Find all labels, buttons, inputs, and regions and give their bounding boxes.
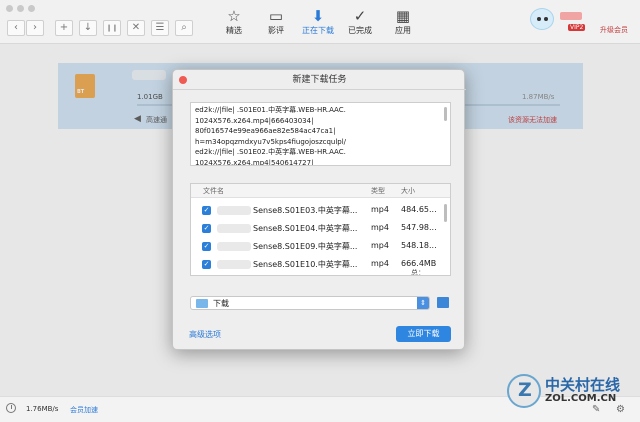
tab-downloading[interactable]: ⬇ 正在下载: [298, 8, 338, 36]
file-checkbox[interactable]: ✓: [202, 224, 211, 233]
tab-apps[interactable]: ▦ 应用: [383, 8, 423, 36]
table-header: 文件名 类型 大小: [191, 184, 450, 198]
file-size: 666.4MB: [401, 259, 437, 268]
file-checkbox[interactable]: ✓: [202, 242, 211, 251]
tab-label: 正在下载: [302, 26, 334, 35]
total-speed: 1.76MB/s: [26, 405, 59, 413]
file-size: 548.18...: [401, 241, 437, 250]
url-input[interactable]: ed2k://|file| .S01E01.中英字幕.WEB-HR.AAC. 1…: [190, 102, 451, 166]
file-type: mp4: [371, 259, 389, 268]
upgrade-member-link[interactable]: 升级会员: [600, 25, 628, 35]
list-button[interactable]: ☰: [151, 20, 169, 36]
tab-label: 已完成: [348, 26, 372, 35]
save-path-value: 下载: [213, 299, 229, 308]
url-scrollbar[interactable]: [444, 107, 447, 121]
watermark-cn: 中关村在线: [545, 376, 621, 394]
member-boost-link[interactable]: 会员加速: [70, 405, 98, 415]
chevron-updown-icon: ⇕: [417, 297, 429, 309]
forward-button[interactable]: ›: [26, 20, 44, 36]
file-name-blurred: [217, 224, 251, 233]
url-line: ed2k://|file| .S01E02.中英字幕.WEB-HR.AAC.: [195, 148, 346, 156]
file-checkbox[interactable]: ✓: [202, 206, 211, 215]
tab-label: 应用: [395, 26, 411, 35]
url-line: 1024X576.x264.mp4|540614727|: [195, 158, 314, 166]
table-row[interactable]: ✓ Sense8.S01E04.中英字幕... mp4 547.98...: [191, 220, 443, 238]
avatar[interactable]: [530, 8, 554, 30]
browse-folder-button[interactable]: [437, 297, 449, 308]
file-type: mp4: [371, 205, 389, 214]
pause-button[interactable]: ❙❙: [103, 20, 121, 36]
delete-button[interactable]: ✕: [127, 20, 145, 36]
save-path-select[interactable]: 下载 ⇕: [190, 296, 430, 310]
table-row[interactable]: ✓ Sense8.S01E03.中英字幕... mp4 484.65...: [191, 202, 443, 220]
file-name-blurred: [217, 260, 251, 269]
file-table: 文件名 类型 大小 ✓ Sense8.S01E03.中英字幕... mp4 48…: [190, 183, 451, 276]
star-icon: ☆: [227, 7, 241, 25]
search-button[interactable]: ⌕: [175, 20, 193, 36]
download-start-button[interactable]: ↓: [79, 20, 97, 36]
advanced-options-link[interactable]: 高级选项: [189, 329, 221, 340]
window-close-button[interactable]: [6, 5, 13, 12]
check-icon: ✓: [353, 7, 367, 25]
watermark: 中关村在线 ZOL.COM.CN: [507, 374, 627, 410]
file-checkbox[interactable]: ✓: [202, 260, 211, 269]
vip-badge: VIP2: [568, 24, 586, 31]
table-row[interactable]: ✓ Sense8.S01E09.中英字幕... mp4 548.18...: [191, 238, 443, 256]
window-minimize-button[interactable]: [17, 5, 24, 12]
tab-label: 影评: [268, 26, 284, 35]
file-size: 547.98...: [401, 223, 437, 232]
url-line: 1024X576.x264.mp4|666403034|: [195, 116, 314, 125]
username-blurred: [560, 12, 582, 20]
new-download-dialog: 新建下载任务 ed2k://|file| .S01E01.中英字幕.WEB-HR…: [172, 69, 466, 350]
file-type: mp4: [371, 241, 389, 250]
toolbar: ‹ › + ↓ ❙❙ ✕ ☰ ⌕ ☆ 精选 ▭ 影评 ⬇ 正在下载 ✓ 已完成 …: [0, 0, 640, 44]
download-now-button[interactable]: 立即下载: [396, 326, 451, 342]
tab-reviews[interactable]: ▭ 影评: [256, 8, 296, 36]
url-line: ed2k://|file| .S01E01.中英字幕.WEB-HR.AAC.: [195, 106, 346, 114]
clock-icon: [6, 403, 16, 413]
zol-logo-icon: [507, 374, 541, 408]
tab-featured[interactable]: ☆ 精选: [214, 8, 254, 36]
file-name: Sense8.S01E04.中英字幕...: [253, 224, 358, 233]
comment-icon: ▭: [268, 7, 284, 25]
dialog-title: 新建下载任务: [173, 70, 466, 90]
file-type: mp4: [371, 223, 389, 232]
file-name-blurred: [217, 206, 251, 215]
file-name: Sense8.S01E03.中英字幕...: [253, 206, 358, 215]
url-line: 80f016574e99ea966ae82e584ac47ca1|: [195, 127, 336, 135]
tab-completed[interactable]: ✓ 已完成: [340, 8, 380, 36]
file-name-blurred: [217, 242, 251, 251]
table-scrollbar[interactable]: [444, 204, 447, 222]
url-line: h=m34opqzmdxyu7v5kps4fiugojoszcqulpl/: [195, 137, 347, 146]
back-button[interactable]: ‹: [7, 20, 25, 36]
file-name: Sense8.S01E10.中英字幕...: [253, 260, 358, 269]
file-name: Sense8.S01E09.中英字幕...: [253, 242, 358, 251]
tab-label: 精选: [226, 26, 242, 35]
total-size: 总：6.46GB: [411, 268, 450, 275]
folder-icon: [196, 299, 208, 308]
new-task-button[interactable]: +: [55, 20, 73, 36]
watermark-en: ZOL.COM.CN: [545, 393, 617, 404]
apps-icon: ▦: [395, 7, 411, 25]
col-size[interactable]: 大小: [401, 186, 415, 196]
table-row[interactable]: ✓ Sense8.S01E10.中英字幕... mp4 666.4MB: [191, 256, 443, 274]
window-zoom-button[interactable]: [28, 5, 35, 12]
col-filename[interactable]: 文件名: [203, 186, 224, 196]
col-type[interactable]: 类型: [371, 186, 385, 196]
download-icon: ⬇: [311, 7, 325, 25]
file-size: 484.65...: [401, 205, 437, 214]
